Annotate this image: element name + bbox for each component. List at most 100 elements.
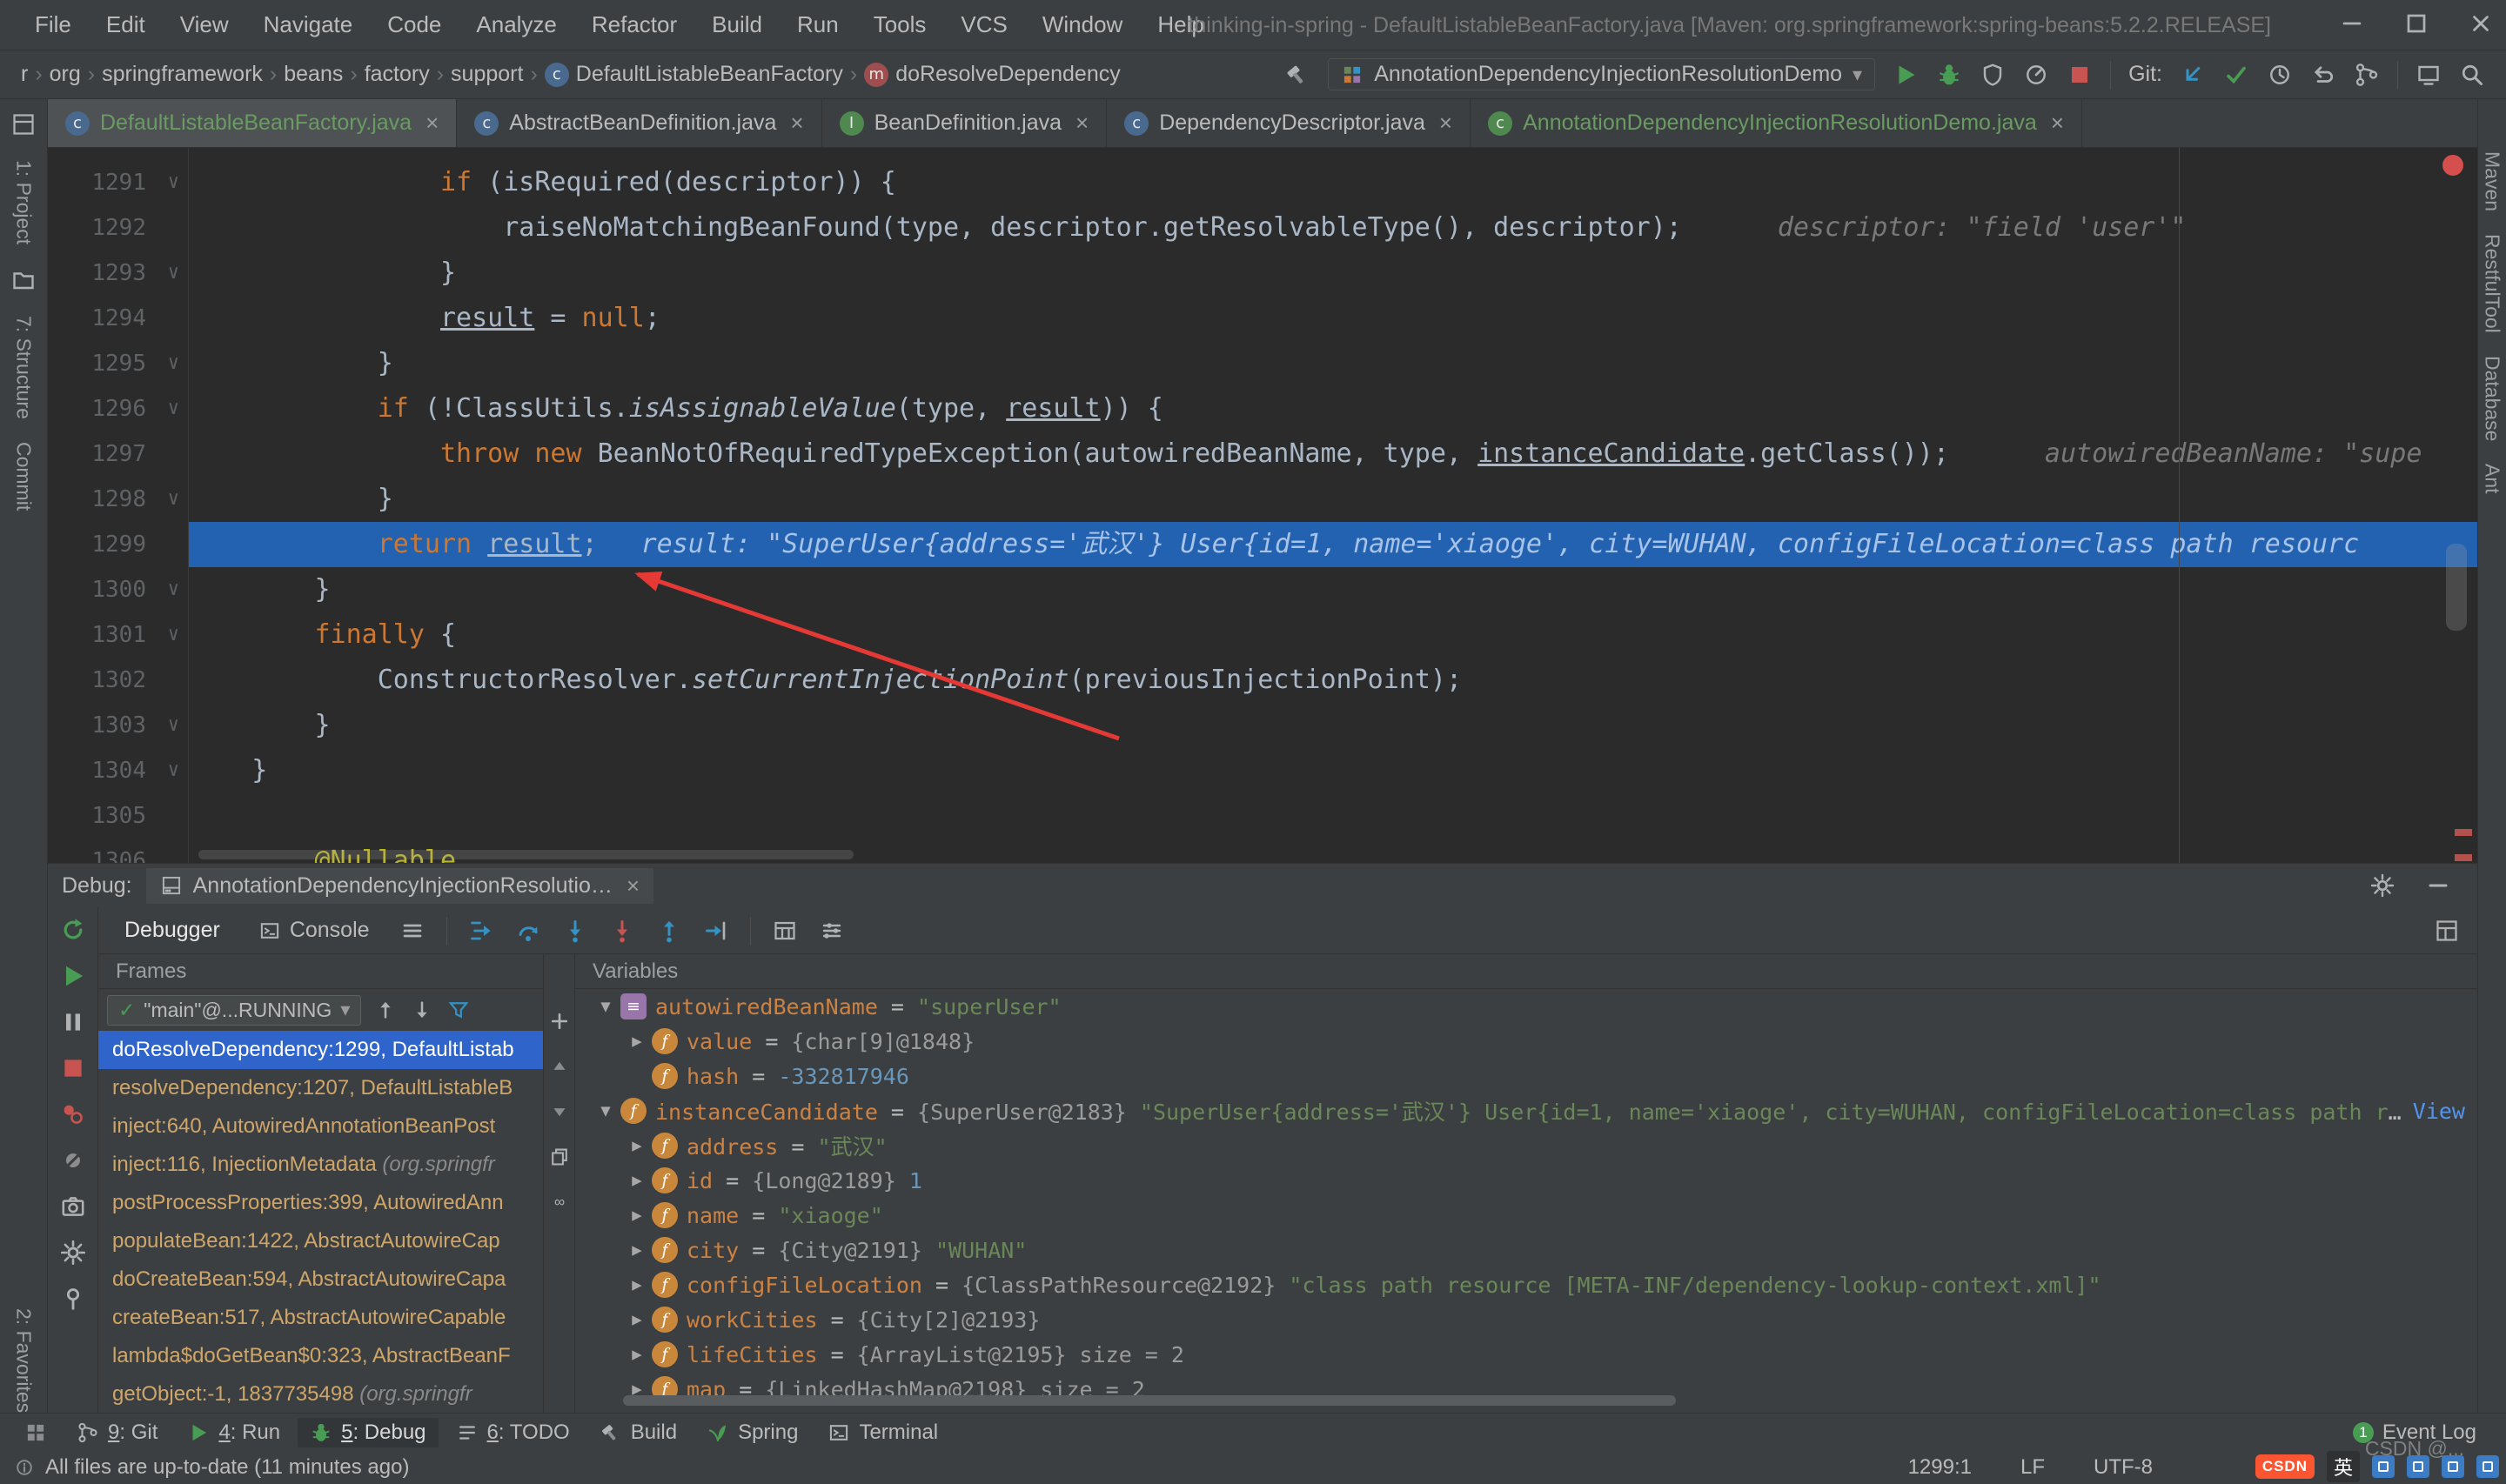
thread-dump-icon[interactable] (59, 1193, 87, 1220)
fold-marker-icon[interactable]: ∨ (168, 703, 179, 748)
pause-icon[interactable] (59, 1008, 87, 1036)
error-stripe-mark[interactable] (2455, 829, 2472, 836)
tab-AbstractBeanDefinition.java[interactable]: c AbstractBeanDefinition.java × (457, 99, 822, 147)
settings-icon[interactable] (59, 1239, 87, 1267)
line-number-1295[interactable]: 1295 ∨ (48, 341, 188, 386)
close-icon[interactable]: × (790, 110, 803, 137)
menu-icon[interactable] (399, 918, 425, 944)
expand--icon[interactable]: ▶ (622, 1275, 652, 1294)
maximize-button[interactable] (2403, 10, 2429, 41)
breadcrumb-item-org[interactable]: org (44, 62, 86, 87)
fold-marker-icon[interactable]: ∨ (168, 748, 179, 793)
coverage-icon[interactable] (1980, 62, 2006, 88)
gear-icon[interactable] (2369, 872, 2395, 899)
git-update-icon[interactable] (2180, 62, 2206, 88)
stack-frame[interactable]: getObject:-1, 1837735498 (org.springfr (98, 1375, 543, 1413)
stack-frame[interactable]: inject:116, InjectionMetadata (org.sprin… (98, 1146, 543, 1184)
expand--icon[interactable]: ▶ (622, 1136, 652, 1155)
variable-row-configFileLocation[interactable]: ▶ f configFileLocation = {ClassPathResourc… (575, 1267, 2477, 1302)
variable-row-workCities[interactable]: ▶ f workCities = {City[2]@2193} (575, 1302, 2477, 1337)
menu-item-vcs[interactable]: VCS (943, 11, 1024, 38)
sidebar-item-maven[interactable]: Maven (2481, 151, 2504, 211)
tool-window-button-build[interactable]: Build (587, 1418, 689, 1447)
sidebar-item-2-favorites[interactable]: 2: Favorites (12, 1308, 36, 1413)
expand-collapse-icon[interactable]: ▼ (591, 1101, 620, 1120)
expand--icon[interactable]: ▶ (622, 1310, 652, 1329)
sidebar-item-1-project[interactable]: 1: Project (12, 160, 36, 244)
breadcrumb-item-DefaultListableBeanFactory[interactable]: c DefaultListableBeanFactory (539, 62, 848, 87)
menu-item-window[interactable]: Window (1025, 11, 1140, 38)
stop-icon[interactable] (2067, 62, 2093, 88)
triangle-down-icon[interactable] (548, 1100, 571, 1123)
profiler-icon[interactable] (2023, 62, 2049, 88)
tab-DependencyDescriptor.java[interactable]: c DependencyDescriptor.java × (1107, 99, 1471, 147)
variables-horizontal-scrollbar[interactable] (623, 1395, 1676, 1406)
line-number-1306[interactable]: 1306 (48, 839, 188, 863)
file-encoding[interactable]: UTF-8 (2094, 1455, 2153, 1480)
stack-frame[interactable]: lambda$doGetBean$0:323, AbstractBeanF (98, 1337, 543, 1375)
line-number-1305[interactable]: 1305 (48, 793, 188, 839)
play-icon[interactable] (1893, 62, 1919, 88)
error-indicator[interactable] (2442, 155, 2463, 176)
menu-item-refactor[interactable]: Refactor (574, 11, 694, 38)
sidebar-item-7-structure[interactable]: 7: Structure (12, 316, 36, 419)
layout-settings-icon[interactable] (2434, 918, 2460, 944)
editor-code-pane[interactable]: if (isRequired(descriptor)) { raiseNoMat… (189, 148, 2477, 863)
editor-gutter[interactable]: 1291 ∨ 1292 1293 ∨ 1294 1295 ∨ 1296 ∨ 1297 1298 ∨ 129… (48, 148, 189, 863)
sliders-icon[interactable] (819, 918, 845, 944)
tool-window-button-run[interactable]: 4: Run (175, 1418, 292, 1447)
view-breakpoints-icon[interactable] (59, 1100, 87, 1128)
stack-frame[interactable]: doResolveDependency:1299, DefaultListab (98, 1031, 543, 1069)
expand-collapse-icon[interactable]: ▼ (591, 997, 620, 1016)
tab-BeanDefinition.java[interactable]: I BeanDefinition.java × (822, 99, 1108, 147)
tool-window-button-git[interactable]: 9: Git (64, 1418, 170, 1447)
tab-console[interactable]: Console (250, 914, 379, 946)
variable-row-lifeCities[interactable]: ▶ f lifeCities = {ArrayList@2195} size = 2 (575, 1337, 2477, 1372)
fold-marker-icon[interactable]: ∨ (168, 567, 179, 612)
line-number-1292[interactable]: 1292 (48, 205, 188, 251)
breadcrumb-item-doResolveDependency[interactable]: m doResolveDependency (859, 62, 1126, 87)
fold-marker-icon[interactable]: ∨ (168, 251, 179, 296)
tool-window-button-spring[interactable]: Spring (694, 1418, 810, 1447)
expand--icon[interactable]: ▶ (622, 1032, 652, 1051)
editor-vertical-scrollbar[interactable] (2446, 544, 2467, 631)
line-number-1299[interactable]: 1299 (48, 522, 188, 567)
tab-DefaultListableBeanFactory.java[interactable]: c DefaultListableBeanFactory.java × (48, 99, 458, 147)
copy-icon[interactable] (548, 1146, 571, 1168)
mute-breakpoints-icon[interactable] (59, 1146, 87, 1174)
editor-horizontal-scrollbar[interactable] (198, 850, 854, 859)
expand--icon[interactable]: ▶ (622, 1240, 652, 1260)
line-number-1298[interactable]: 1298 ∨ (48, 477, 188, 522)
plus-icon[interactable] (548, 1010, 571, 1033)
run-to-cursor-icon[interactable] (703, 918, 729, 944)
step-out-icon[interactable] (656, 918, 682, 944)
fold-marker-icon[interactable]: ∨ (168, 612, 179, 658)
line-number-1302[interactable]: 1302 (48, 658, 188, 703)
bug-icon[interactable] (1936, 62, 1962, 88)
git-commit-icon[interactable] (2223, 62, 2249, 88)
stop-icon[interactable] (59, 1054, 87, 1082)
fold-marker-icon[interactable]: ∨ (168, 386, 179, 431)
menu-item-edit[interactable]: Edit (89, 11, 163, 38)
variable-row-instanceCandidate[interactable]: ▼ f instanceCandidate = {SuperUser@2183} "… (575, 1093, 2477, 1128)
stack-frame[interactable]: populateBean:1422, AbstractAutowireCap (98, 1222, 543, 1260)
close-icon[interactable]: × (1439, 110, 1452, 137)
line-number-1304[interactable]: 1304 ∨ (48, 748, 188, 793)
sidebar-item-commit[interactable]: Commit (12, 442, 36, 511)
breadcrumb-item-springframework[interactable]: springframework (97, 62, 268, 87)
git-branches-icon[interactable] (2354, 62, 2380, 88)
variable-row-city[interactable]: ▶ f city = {City@2191} "WUHAN" (575, 1233, 2477, 1267)
stack-frame[interactable]: resolveDependency:1207, DefaultListableB (98, 1069, 543, 1107)
folder-icon[interactable] (10, 267, 37, 293)
filter-icon[interactable] (446, 998, 471, 1022)
project-icon[interactable] (10, 111, 37, 137)
line-number-1297[interactable]: 1297 (48, 431, 188, 477)
stack-frame[interactable]: inject:640, AutowiredAnnotationBeanPost (98, 1107, 543, 1146)
resume-icon[interactable] (59, 962, 87, 990)
breadcrumb-item-factory[interactable]: factory (359, 62, 435, 87)
close-icon[interactable]: × (425, 110, 439, 137)
sidebar-item-restfultool[interactable]: RestfulTool (2481, 234, 2504, 333)
menu-item-file[interactable]: File (17, 11, 89, 38)
force-step-into-icon[interactable] (609, 918, 635, 944)
table-icon[interactable] (772, 918, 798, 944)
